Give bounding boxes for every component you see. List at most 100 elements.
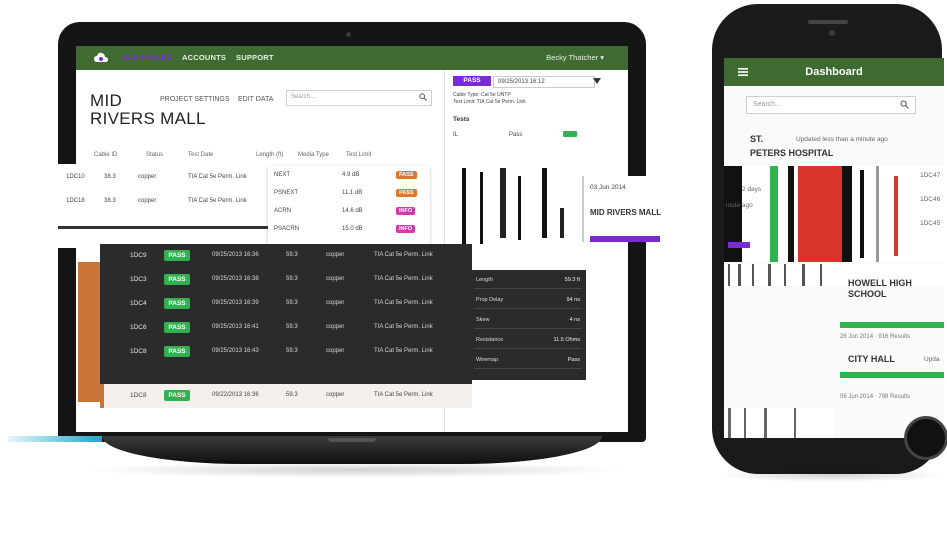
snip-text: 1DC46: [920, 196, 941, 203]
col-test-limit[interactable]: Test Limit: [346, 152, 371, 158]
search-icon[interactable]: [900, 100, 909, 109]
popup-value: 11.1 dB: [342, 190, 363, 196]
phone-search-input[interactable]: Search...: [746, 96, 916, 114]
glitch-bar: [518, 176, 521, 240]
tests-heading: Tests: [453, 116, 470, 123]
row-status-badge: PASS: [164, 346, 190, 357]
popup-badge: PASS: [396, 189, 417, 197]
col-length[interactable]: Length (ft): [256, 152, 283, 158]
row-length: 59.3: [286, 276, 298, 282]
chevron-down-icon[interactable]: [593, 78, 601, 84]
table-row[interactable]: 1DC3 PASS 09/25/2013 16:38 59.3 copper T…: [100, 268, 472, 292]
table-row-selected[interactable]: 1DC8 PASS 09/22/2013 16:36 59.3 copper T…: [100, 384, 472, 408]
row-status-badge: PASS: [164, 250, 190, 261]
glitch-bar: [794, 408, 796, 438]
row-date: 09/25/2013 16:39: [212, 300, 259, 306]
table-row-limit: TIA Cat 5e Perm. Link: [188, 198, 247, 204]
col-cable-id[interactable]: Cable ID: [94, 152, 117, 158]
measurement-label: Resistance: [476, 337, 504, 343]
search-placeholder: Search...: [291, 94, 316, 100]
glitch-bar: [820, 264, 822, 286]
row-date: 09/22/2013 16:36: [212, 392, 259, 398]
row-media: copper: [326, 300, 345, 306]
glitch-bar: [560, 208, 564, 238]
glitch-bar: [8, 436, 102, 442]
glitch-bar: [788, 166, 794, 262]
table-row-media: copper: [138, 198, 157, 204]
snip-text: inute ago: [726, 202, 753, 209]
nav-accounts[interactable]: ACCOUNTS: [182, 53, 226, 62]
row-date: 09/25/2013 16:38: [212, 276, 259, 282]
popup-label: PSNEXT: [274, 190, 299, 196]
measurement-row: Wiremap Pass: [474, 354, 582, 369]
pass-status-badge: PASS: [453, 76, 491, 86]
glitch-bar: [894, 176, 898, 256]
glitch-strip: [724, 408, 834, 438]
nav-support[interactable]: SUPPORT: [236, 53, 274, 62]
test-detail-popup: NEXT 4.9 dB PASS PSNEXT 11.1 dB PASS ACR…: [268, 166, 430, 246]
snip-text: 1DC47: [920, 172, 941, 179]
project-card[interactable]: HOWELL HIGH SCHOOL: [848, 278, 944, 318]
row-cable-id: 1DC3: [130, 276, 147, 283]
table-row[interactable]: 1DC8 PASS 09/25/2013 16:43 59.3 copper T…: [100, 340, 472, 364]
popup-badge: INFO: [396, 207, 416, 215]
table-row-id[interactable]: 1DC10: [66, 174, 85, 180]
popup-value: 15.0 dB: [342, 226, 363, 232]
popup-label: ACRN: [274, 208, 292, 214]
table-row-status: 38.3: [104, 174, 116, 180]
row-selected-indicator: [100, 384, 104, 408]
row-length: 59.3: [286, 348, 298, 354]
project-card-date: 03 Jun 2014: [590, 184, 626, 191]
cloud-logo-icon[interactable]: [94, 52, 108, 64]
row-media: copper: [326, 324, 345, 330]
project-card[interactable]: 03 Jun 2014 MID RIVERS MALL: [582, 176, 664, 242]
test-date-select[interactable]: 09/25/2013 16:12: [493, 76, 595, 88]
popup-label: NEXT: [274, 172, 291, 178]
phone-screen: Dashboard Search... ST. PETERS HOSPITAL …: [724, 58, 944, 438]
nav-dashboard[interactable]: DASHBOARD: [122, 53, 173, 62]
search-input[interactable]: Search...: [286, 90, 432, 106]
project-card-title[interactable]: CITY HALL: [848, 354, 895, 365]
table-row-id[interactable]: 1DC18: [66, 198, 85, 204]
row-length: 59.3: [286, 252, 298, 258]
row-limit: TIA Cat 5e Perm. Link: [374, 276, 433, 282]
phone-navbar: Dashboard: [724, 58, 944, 86]
test-limit-text: Test Limit: TIA Cat 5e Perm. Link: [453, 99, 526, 105]
home-button[interactable]: [904, 416, 947, 460]
glitch-bar: [752, 264, 754, 286]
glitch-bar: [728, 264, 730, 286]
row-length: 59.3: [286, 324, 298, 330]
project-card[interactable]: ST. PETERS HOSPITAL Updated less than a …: [750, 134, 940, 164]
glitch-strip: 2 days inute ago 1DC47 1DC46 1DC45: [724, 166, 944, 262]
table-row[interactable]: 1DC6 PASS 09/25/2013 16:41 59.3 copper T…: [100, 316, 472, 340]
measurement-value: 59.3 ft: [564, 277, 580, 283]
row-length: 59.3: [286, 392, 298, 398]
row-limit: TIA Cat 5e Perm. Link: [374, 252, 433, 258]
glitch-bar: [784, 264, 786, 286]
status-strip: [78, 262, 100, 402]
col-status[interactable]: Status: [146, 152, 163, 158]
row-status-badge: PASS: [164, 322, 190, 333]
cable-type-text: Cable Type: Cat 5e UNTP: [453, 92, 511, 98]
glitch-bar: [480, 172, 483, 244]
table-row[interactable]: 1DC9 PASS 09/25/2013 16:36 59.3 copper T…: [100, 244, 472, 268]
measurement-value: 94 ns: [566, 297, 580, 303]
search-icon[interactable]: [419, 93, 427, 101]
phone-search-placeholder: Search...: [753, 101, 782, 108]
user-menu[interactable]: Becky Thatcher ▾: [546, 53, 604, 62]
laptop-notch: [328, 438, 376, 442]
col-test-date[interactable]: Test Date: [188, 152, 213, 158]
col-media-type[interactable]: Media Type: [298, 152, 329, 158]
row-limit: TIA Cat 5e Perm. Link: [374, 392, 433, 398]
measurement-label: Skew: [476, 317, 490, 323]
glitch-strip: [456, 168, 576, 248]
glitch-bar: [738, 264, 741, 286]
project-settings-link[interactable]: PROJECT SETTINGS: [160, 96, 230, 103]
glitch-bar: [768, 264, 771, 286]
edit-data-link[interactable]: EDIT DATA: [238, 96, 273, 103]
row-media: copper: [326, 348, 345, 354]
glitch-bar: [764, 408, 767, 438]
glitch-bar: [860, 170, 864, 258]
table-row[interactable]: 1DC4 PASS 09/25/2013 16:39 59.3 copper T…: [100, 292, 472, 316]
row-status-badge: PASS: [164, 274, 190, 285]
